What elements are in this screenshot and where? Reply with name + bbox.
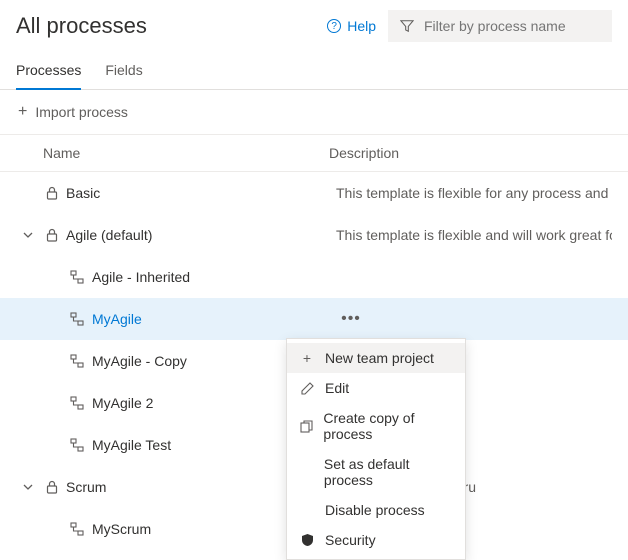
process-name: MyAgile Test xyxy=(92,437,171,453)
column-name[interactable]: Name xyxy=(43,145,321,161)
lock-icon xyxy=(46,186,58,200)
page-header: All processes ? Help xyxy=(0,0,628,46)
help-icon: ? xyxy=(327,19,341,33)
table-row[interactable]: Agile (default) This template is flexibl… xyxy=(0,214,628,256)
help-link[interactable]: ? Help xyxy=(327,18,376,34)
chevron-down-icon[interactable] xyxy=(18,481,38,493)
lock-icon xyxy=(46,480,58,494)
inherited-icon xyxy=(70,438,84,452)
inherited-icon xyxy=(70,522,84,536)
plus-icon: + xyxy=(18,104,27,120)
tabs: Processes Fields xyxy=(0,52,628,90)
shield-icon xyxy=(299,533,315,547)
name-cell: Basic xyxy=(46,185,328,201)
menu-label: Security xyxy=(325,532,376,548)
menu-label: Create copy of process xyxy=(323,410,453,442)
import-process-button[interactable]: + Import process xyxy=(18,104,128,120)
filter-box[interactable] xyxy=(388,10,612,42)
menu-label: Disable process xyxy=(325,502,425,518)
menu-new-team-project[interactable]: + New team project xyxy=(287,343,465,373)
toolbar: + Import process xyxy=(0,90,628,134)
column-description[interactable]: Description xyxy=(329,145,612,161)
name-cell: Agile - Inherited xyxy=(46,269,328,285)
menu-label: Set as default process xyxy=(324,456,453,488)
description-cell: This template is flexible for any proces… xyxy=(336,185,612,201)
inherited-icon xyxy=(70,354,84,368)
menu-security[interactable]: Security xyxy=(287,525,465,555)
chevron-down-icon[interactable] xyxy=(18,229,38,241)
menu-create-copy[interactable]: Create copy of process xyxy=(287,403,465,449)
context-menu: + New team project Edit Create copy of p… xyxy=(286,338,466,560)
import-label: Import process xyxy=(35,104,128,120)
lock-icon xyxy=(46,228,58,242)
process-name: Agile (default) xyxy=(66,227,152,243)
pencil-icon xyxy=(299,382,315,395)
filter-input[interactable] xyxy=(424,18,600,34)
tab-fields[interactable]: Fields xyxy=(105,52,142,90)
table-row[interactable]: MyAgile ••• xyxy=(0,298,628,340)
filter-icon xyxy=(400,19,414,33)
menu-label: New team project xyxy=(325,350,434,366)
copy-icon xyxy=(299,420,313,433)
menu-label: Edit xyxy=(325,380,349,396)
name-cell: MyAgile xyxy=(46,311,328,327)
inherited-icon xyxy=(70,312,84,326)
menu-edit[interactable]: Edit xyxy=(287,373,465,403)
process-name: Scrum xyxy=(66,479,106,495)
process-name: MyScrum xyxy=(92,521,151,537)
tab-processes[interactable]: Processes xyxy=(16,52,81,90)
inherited-icon xyxy=(70,396,84,410)
table-row[interactable]: Agile - Inherited xyxy=(0,256,628,298)
help-label: Help xyxy=(347,18,376,34)
table-row[interactable]: Basic This template is flexible for any … xyxy=(0,172,628,214)
inherited-icon xyxy=(70,270,84,284)
menu-set-default[interactable]: Set as default process xyxy=(287,449,465,495)
more-actions-button[interactable]: ••• xyxy=(336,310,366,328)
table-header: Name Description xyxy=(0,134,628,172)
process-name: MyAgile 2 xyxy=(92,395,153,411)
process-name: MyAgile - Copy xyxy=(92,353,187,369)
name-cell: Agile (default) xyxy=(46,227,328,243)
page-title: All processes xyxy=(16,13,315,39)
process-name: MyAgile xyxy=(92,311,142,327)
description-cell: This template is flexible and will work … xyxy=(336,227,612,243)
menu-disable-process[interactable]: Disable process xyxy=(287,495,465,525)
process-name: Agile - Inherited xyxy=(92,269,190,285)
plus-icon: + xyxy=(299,350,315,366)
process-name: Basic xyxy=(66,185,100,201)
